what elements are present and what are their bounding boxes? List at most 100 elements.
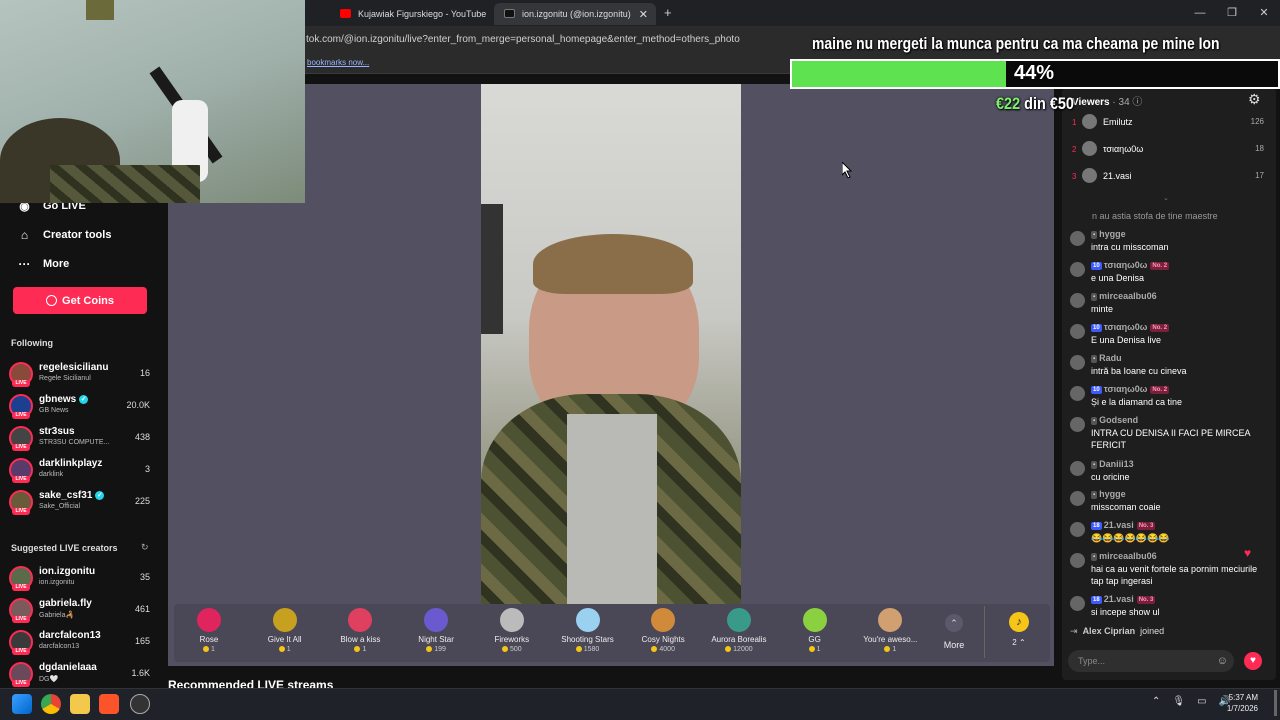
live-video[interactable] (481, 84, 741, 604)
show-desktop-button[interactable] (1274, 690, 1277, 716)
joined-notice: ⇥ Alex Ciprian joined (1070, 626, 1164, 637)
avatar (1070, 461, 1085, 476)
top-viewer-row[interactable]: 2 τσιαηω0ω 18 (1072, 141, 1268, 161)
rank-badge: No. 3 (1136, 521, 1156, 530)
bookmarks-hint-link[interactable]: bookmarks now... (307, 58, 369, 67)
clock[interactable]: 5:37 AM 1/7/2026 (1227, 692, 1258, 714)
minimize-icon[interactable]: — (1184, 0, 1216, 26)
viewer-count: 1.6K (131, 668, 150, 678)
viewer-count: 438 (134, 432, 150, 442)
chevron-up-icon: ⌃ (945, 614, 963, 632)
sidebar-account[interactable]: LIVE darcfalcon13 darcfalcon13 165 (9, 630, 154, 660)
gift-item[interactable]: GG 1 (780, 606, 850, 653)
gift-item[interactable]: Night Star 199 (401, 606, 471, 653)
chevron-down-icon[interactable]: ⌄ (1163, 194, 1169, 202)
sidebar-account[interactable]: LIVE regelesicilianu Regele Sicilianul 16 (9, 362, 154, 392)
app-icon[interactable] (130, 694, 150, 714)
viewer-count: 34 (1118, 97, 1130, 108)
gift-icon (651, 608, 676, 632)
subscriber-badge-icon: ▪ (1091, 490, 1098, 499)
goal-target: €50 (1049, 94, 1074, 113)
account-name-text: regelesicilianu (39, 362, 109, 373)
sidebar-account[interactable]: LIVE gbnews ✓ GB News 20.0K (9, 394, 154, 424)
sidebar-item-creator-tools[interactable]: ⌂ Creator tools (18, 228, 112, 242)
coin-count: 2 (1012, 638, 1017, 647)
gift-item[interactable]: You're aweso... 1 (855, 606, 925, 653)
chat-text: E una Denisa live (1091, 335, 1162, 345)
streamer-hair (533, 234, 693, 294)
gift-price-value: 1 (286, 646, 291, 653)
gift-name: Give It All (267, 635, 302, 644)
url-text[interactable]: tok.com/@ion.izgonitu/live?enter_from_me… (306, 34, 740, 45)
viewer-name: τσιαηω0ω (1103, 144, 1144, 154)
gift-item[interactable]: Cosy Nights 4000 (628, 606, 698, 653)
chrome-icon[interactable] (41, 694, 61, 714)
gift-icon (726, 608, 751, 632)
avatar (1070, 231, 1085, 246)
gift-item[interactable]: Shooting Stars 1580 (553, 606, 623, 653)
settings-gear-icon[interactable]: ⚙ (1248, 91, 1261, 108)
account-subtitle: ion.izgonitu (39, 579, 75, 586)
avatar (1082, 168, 1097, 183)
sidebar-account[interactable]: LIVE sake_csf31 ✓ Sake_Official 225 (9, 490, 154, 520)
gift-item[interactable]: Give It All 1 (250, 606, 320, 653)
chat-user: ▪ Daniii13 (1091, 459, 1137, 469)
goal-separator: din (1024, 94, 1046, 113)
like-button[interactable]: ♥ (1244, 652, 1262, 670)
close-window-icon[interactable]: ✕ (1248, 0, 1280, 26)
emoji-icon[interactable]: ☺ (1217, 650, 1228, 672)
chat-text: misscoman coaie (1091, 502, 1161, 512)
tab-youtube[interactable]: Kujawiak Figurskiego - YouTube (330, 3, 490, 25)
microphone-icon[interactable]: 🎙 (1172, 696, 1185, 707)
file-explorer-icon[interactable] (70, 694, 90, 714)
windows-start-icon[interactable] (12, 694, 32, 714)
gift-icon (272, 608, 297, 632)
sidebar-account[interactable]: LIVE darklinkplayz darklink 3 (9, 458, 154, 488)
account-name: darklinkplayz (39, 458, 102, 469)
more-gifts-button[interactable]: ⌃ More (936, 614, 972, 650)
level-value: 10 (1093, 262, 1100, 269)
account-name: gabriela.fly (39, 598, 92, 609)
sidebar-account[interactable]: LIVE ion.izgonitu ion.izgonitu 35 (9, 566, 154, 596)
account-name: sake_csf31 ✓ (39, 490, 105, 501)
gift-item[interactable]: Rose 1 (174, 606, 244, 653)
gift-item[interactable]: Aurora Borealis 12000 (704, 606, 774, 653)
chat-input[interactable]: Type... ☺ (1068, 650, 1234, 672)
chevron-up-icon[interactable]: ⌃ (1152, 696, 1160, 707)
account-name: dgdanielaaa (39, 662, 97, 673)
coin-icon (884, 646, 891, 653)
top-viewer-row[interactable]: 1 Emilutz 126 (1072, 114, 1268, 134)
account-name: str3sus (39, 426, 75, 437)
joined-text: joined (1140, 626, 1165, 636)
sidebar-account[interactable]: LIVE gabriela.fly Gabriela🦂 461 (9, 598, 154, 628)
new-tab-icon[interactable]: + (664, 5, 672, 20)
rank-value: No. 2 (1152, 324, 1168, 331)
avatar (1070, 262, 1085, 277)
chat-username: 21.vasi (1103, 520, 1134, 530)
sidebar-account[interactable]: LIVE str3sus STR3SU COMPUTE... 438 (9, 426, 154, 456)
get-coins-button[interactable]: Get Coins (13, 287, 147, 314)
gift-item[interactable]: Blow a kiss 1 (325, 606, 395, 653)
viewers-header[interactable]: Viewers · 34 ⓘ (1072, 93, 1142, 108)
refresh-icon[interactable]: ↻ (141, 542, 149, 553)
gift-name: GG (808, 635, 821, 644)
restore-icon[interactable]: ❐ (1216, 0, 1248, 26)
coin-balance-button[interactable]: ♪ 2 ⌃ (994, 610, 1044, 656)
viewer-name: Emilutz (1103, 117, 1133, 127)
gift-icon (424, 608, 449, 632)
live-badge: LIVE (12, 648, 30, 655)
network-icon[interactable]: ▭ (1197, 696, 1206, 707)
gift-name: Cosy Nights (641, 635, 685, 644)
account-name: gbnews ✓ (39, 394, 89, 405)
close-tab-icon[interactable]: ✕ (639, 8, 648, 21)
top-viewer-row[interactable]: 3 21.vasi 17 (1072, 168, 1268, 188)
gift-price: 1 (855, 646, 925, 653)
viewer-rank: 2 (1072, 145, 1077, 154)
tab-tiktok-live[interactable]: ion.izgonitu (@ion.izgonitu) is LIVE ✕ (494, 3, 656, 25)
chat-username: hygge (1099, 229, 1126, 239)
account-name-text: str3sus (39, 426, 75, 437)
sidebar-item-more[interactable]: ··· More (18, 257, 70, 271)
brave-icon[interactable] (99, 694, 119, 714)
gift-item[interactable]: Fireworks 500 (477, 606, 547, 653)
viewers-title: Viewers (1072, 97, 1110, 108)
